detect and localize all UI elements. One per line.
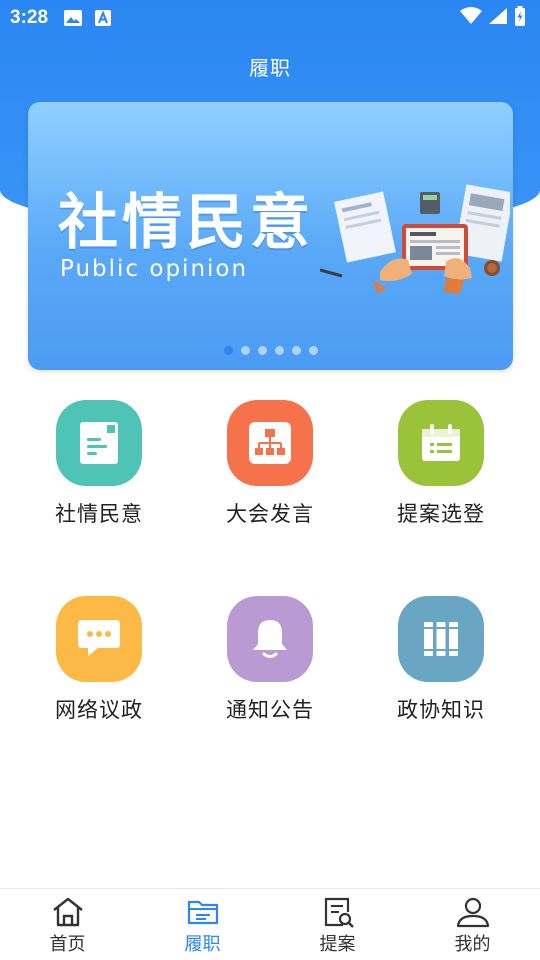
banner-carousel[interactable]: 社情民意 Public opinion xyxy=(28,102,513,370)
document-icon xyxy=(56,400,142,486)
nav-label: 履职 xyxy=(184,934,221,955)
folder-icon xyxy=(187,900,218,925)
org-chart-icon xyxy=(227,400,313,486)
books-icon xyxy=(398,596,484,682)
carousel-dot[interactable] xyxy=(274,346,284,355)
tile-social-opinion[interactable]: 社情民意 xyxy=(14,400,184,528)
tile-label: 网络议政 xyxy=(55,698,143,722)
calendar-icon xyxy=(398,400,484,486)
tile-label: 政协知识 xyxy=(397,698,485,722)
tile-label: 提案选登 xyxy=(397,502,485,526)
carousel-dot[interactable] xyxy=(308,346,318,355)
tile-conference-speech[interactable]: 大会发言 xyxy=(185,400,355,528)
carousel-dot[interactable] xyxy=(223,346,233,355)
tile-label: 大会发言 xyxy=(226,502,314,526)
nav-label: 首页 xyxy=(49,934,86,955)
tile-cppcc-knowledge[interactable]: 政协知识 xyxy=(356,596,526,724)
document-search-icon xyxy=(324,897,354,928)
chat-bubble-icon xyxy=(56,596,142,682)
bottom-nav: 首页 履职 提案 我的 xyxy=(0,888,540,960)
tile-online-discussion[interactable]: 网络议政 xyxy=(14,596,184,724)
banner-subtitle: Public opinion xyxy=(60,256,249,282)
person-icon xyxy=(456,897,489,928)
battery-icon xyxy=(514,6,526,30)
nav-label: 提案 xyxy=(319,934,356,955)
status-time: 3:28 xyxy=(10,7,49,28)
tile-label: 社情民意 xyxy=(55,502,143,526)
status-bar: 3:28 xyxy=(0,0,540,36)
signal-icon xyxy=(488,7,508,29)
newspaper-illustration xyxy=(320,184,510,294)
font-download-icon xyxy=(92,7,114,29)
carousel-dot[interactable] xyxy=(257,346,267,355)
wifi-icon xyxy=(460,7,482,29)
nav-label: 我的 xyxy=(454,934,491,955)
nav-item-mine[interactable]: 我的 xyxy=(405,889,540,960)
carousel-dot[interactable] xyxy=(240,346,250,355)
nav-item-home[interactable]: 首页 xyxy=(0,889,135,960)
nav-item-duty[interactable]: 履职 xyxy=(135,889,270,960)
image-icon xyxy=(62,7,84,29)
tile-proposal-selection[interactable]: 提案选登 xyxy=(356,400,526,528)
banner-title: 社情民意 xyxy=(58,188,314,258)
tile-label: 通知公告 xyxy=(226,698,314,722)
carousel-dot[interactable] xyxy=(291,346,301,355)
nav-item-proposal[interactable]: 提案 xyxy=(270,889,405,960)
bell-icon xyxy=(227,596,313,682)
carousel-indicator xyxy=(28,346,513,355)
page-title: 履职 xyxy=(249,56,291,80)
tile-announcements[interactable]: 通知公告 xyxy=(185,596,355,724)
home-icon xyxy=(52,897,83,927)
feature-grid: 社情民意 大会发言 提案选登 网络议政 通知公告 政协知识 xyxy=(14,400,526,724)
